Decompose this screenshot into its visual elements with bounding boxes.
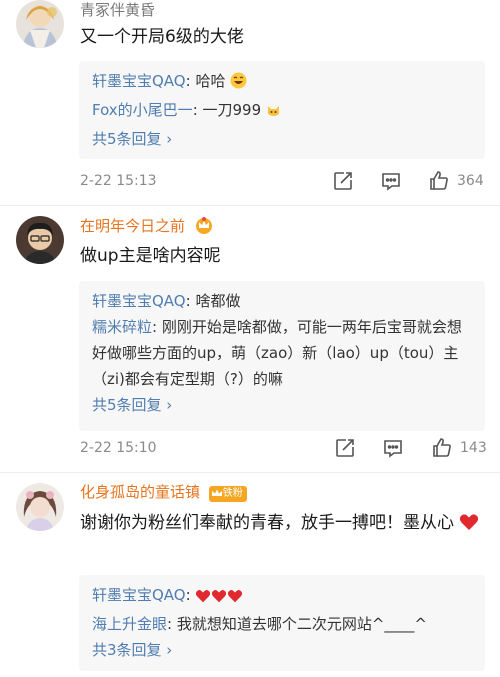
avatar[interactable] [16, 216, 64, 264]
reply-item[interactable]: 轩墨宝宝QAQ: 啥都做 [92, 288, 472, 314]
comment-item: 在明年今日之前 做up主是啥内容呢 轩墨宝宝QAQ: 啥都做 糯米碎粒: 刚刚开… [0, 214, 500, 464]
username[interactable]: 在明年今日之前 [80, 216, 214, 238]
avatar[interactable] [16, 0, 64, 48]
reply-item[interactable]: 海上升金眼: 我就想知道去哪个二次元网站^____^ [92, 611, 472, 637]
reply-text: 一刀999 [202, 101, 262, 119]
reply-item[interactable]: 糯米碎粒: 刚刚开始是啥都做，可能一两年后宝哥就会想好做哪些方面的up，萌（za… [92, 314, 472, 392]
username[interactable]: 化身孤岛的童话镇 铁粉 [80, 483, 247, 502]
reply-username[interactable]: 轩墨宝宝QAQ [92, 586, 186, 604]
divider [0, 205, 500, 206]
comment-item: 化身孤岛的童话镇 铁粉 谢谢你为粉丝们奉献的青春，放手一搏吧！墨从心 轩墨宝宝Q… [0, 481, 500, 677]
reply-username[interactable]: 轩墨宝宝QAQ [92, 72, 186, 90]
reply-box[interactable]: 轩墨宝宝QAQ: 海上升金眼: 我就想知道去哪个二次元网站^____^ 共3条回… [79, 575, 485, 671]
reply-item[interactable]: 轩墨宝宝QAQ: [92, 582, 472, 611]
heart-emoji [195, 585, 211, 611]
divider [0, 472, 500, 473]
reply-box[interactable]: 轩墨宝宝QAQ: 哈哈 Fox的小尾巴一: 一刀999 共5条回复 › [79, 61, 485, 159]
cat-emoji [266, 100, 281, 126]
reply-box[interactable]: 轩墨宝宝QAQ: 啥都做 糯米碎粒: 刚刚开始是啥都做，可能一两年后宝哥就会想好… [79, 281, 485, 431]
thumbs-up-icon[interactable] [428, 170, 452, 194]
comment-meta: 2-22 15:10 143 [80, 437, 487, 461]
reply-username[interactable]: 糯米碎粒 [92, 318, 152, 336]
like-count: 364 [457, 173, 484, 189]
comment-icon[interactable] [382, 437, 406, 461]
laughing-emoji [230, 71, 247, 97]
share-icon[interactable] [332, 170, 356, 194]
timestamp: 2-22 15:13 [80, 173, 157, 189]
comment-item: 青冢伴黄昏 又一个开局6级的大佬 轩墨宝宝QAQ: 哈哈 Fox的小尾巴一: 一… [0, 0, 500, 196]
comment-icon[interactable] [380, 170, 404, 194]
reply-username[interactable]: Fox的小尾巴一 [92, 101, 193, 119]
timestamp: 2-22 15:10 [80, 440, 157, 456]
heart-emoji [227, 585, 243, 611]
thumbs-up-icon[interactable] [431, 437, 455, 461]
comment-text: 谢谢你为粉丝们奉献的青春，放手一搏吧！墨从心 [80, 510, 485, 539]
share-icon[interactable] [334, 437, 358, 461]
reply-text: 啥都做 [195, 292, 241, 310]
comment-meta: 2-22 15:13 364 [80, 170, 485, 194]
view-all-replies-link[interactable]: 共3条回复 › [92, 637, 472, 663]
reply-text: 哈哈 [195, 72, 226, 90]
reply-username[interactable]: 轩墨宝宝QAQ [92, 292, 186, 310]
like-count: 143 [460, 440, 487, 456]
comment-text: 又一个开局6级的大佬 [80, 27, 244, 47]
comment-text: 做up主是啥内容呢 [80, 246, 221, 266]
reply-text: 我就想知道去哪个二次元网站^____^ [176, 615, 427, 633]
heart-emoji [211, 585, 227, 611]
reply-username[interactable]: 海上升金眼 [92, 615, 167, 633]
view-all-replies-link[interactable]: 共5条回复 › [92, 392, 472, 418]
avatar[interactable] [16, 483, 64, 531]
reply-item[interactable]: Fox的小尾巴一: 一刀999 [92, 97, 472, 126]
crown-icon [194, 216, 214, 238]
fan-badge: 铁粉 [208, 485, 247, 502]
view-all-replies-link[interactable]: 共5条回复 › [92, 126, 472, 152]
reply-item[interactable]: 轩墨宝宝QAQ: 哈哈 [92, 68, 472, 97]
heart-emoji [459, 513, 479, 539]
username[interactable]: 青冢伴黄昏 [80, 1, 155, 19]
